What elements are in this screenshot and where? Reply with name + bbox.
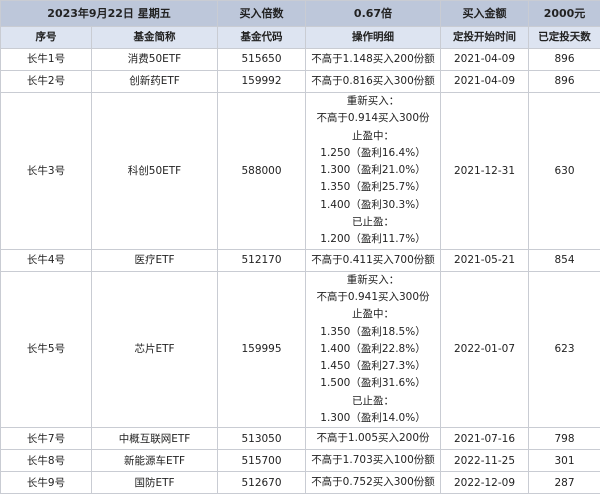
fund-name: 消费50ETF bbox=[91, 48, 218, 71]
operation-line: 不高于0.411买入700份额 bbox=[311, 253, 435, 266]
invested-days: 630 bbox=[528, 92, 600, 250]
multiplier-value: 0.67倍 bbox=[305, 0, 441, 27]
fund-name: 中概互联网ETF bbox=[91, 427, 218, 451]
operation-details: 不高于1.703买入100份额 bbox=[305, 449, 441, 473]
fund-code: 515650 bbox=[217, 48, 306, 71]
fund-name: 新能源车ETF bbox=[91, 449, 218, 473]
operation-line: 1.400（盈利30.3%） bbox=[320, 198, 426, 211]
column-header-days: 已定投天数 bbox=[528, 26, 600, 49]
table-row: 长牛4号 医疗ETF 512170 不高于0.411买入700份额 2021-05-21… bbox=[0, 248, 600, 272]
operation-line: 已止盈： bbox=[352, 394, 394, 407]
amount-label: 买入金额 bbox=[440, 0, 529, 27]
operation-line: 1.250（盈利16.4%） bbox=[320, 146, 426, 159]
start-date: 2021-07-16 bbox=[440, 427, 529, 451]
table-row: 长牛1号 消费50ETF 515650 不高于1.148买入200份额 2021-04-… bbox=[0, 48, 600, 71]
table-body: 2023年9月22日 星期五 买入倍数 0.67倍 买入金额 2000元 序号 … bbox=[0, 0, 600, 495]
row-index: 长牛9号 bbox=[0, 471, 92, 495]
operation-details: 不高于0.752买入300份额 bbox=[305, 471, 441, 495]
operation-line: 不高于0.816买入300份额 bbox=[311, 74, 435, 87]
row-index: 长牛7号 bbox=[0, 427, 92, 451]
column-header-index: 序号 bbox=[0, 26, 92, 49]
invested-days: 896 bbox=[528, 48, 600, 71]
start-date: 2022-12-09 bbox=[440, 471, 529, 495]
invested-days: 798 bbox=[528, 427, 600, 451]
fund-name: 国防ETF bbox=[91, 471, 218, 495]
fund-name: 芯片ETF bbox=[91, 270, 218, 429]
start-date: 2022-01-07 bbox=[440, 270, 529, 429]
operation-line: 止盈中： bbox=[352, 129, 394, 142]
operation-line: 1.400（盈利22.8%） bbox=[320, 342, 426, 355]
operation-line: 不高于0.914买入300份 bbox=[316, 112, 430, 125]
operation-line: 不高于1.703买入100份额 bbox=[311, 454, 435, 467]
operation-details: 不高于0.816买入300份额 bbox=[305, 70, 441, 93]
operation-line: 不高于1.148买入200份额 bbox=[311, 52, 435, 65]
operation-line: 1.200（盈利11.7%） bbox=[320, 233, 426, 246]
operation-line: 不高于0.941买入300份 bbox=[316, 290, 430, 303]
table-row: 长牛3号 科创50ETF 588000 重新买入： 不高于0.914买入300份 止盈中：… bbox=[0, 92, 600, 250]
fund-name: 科创50ETF bbox=[91, 92, 218, 250]
operation-line: 1.450（盈利27.3%） bbox=[320, 360, 426, 373]
row-index: 长牛2号 bbox=[0, 70, 92, 93]
invested-days: 623 bbox=[528, 270, 600, 429]
invested-days: 287 bbox=[528, 471, 600, 495]
operation-line: 已止盈： bbox=[352, 216, 394, 229]
column-header-fund-name: 基金简称 bbox=[91, 26, 218, 49]
operation-line: 止盈中： bbox=[352, 308, 394, 321]
operation-line: 1.300（盈利21.0%） bbox=[320, 164, 426, 177]
operation-details: 重新买入： 不高于0.914买入300份 止盈中： 1.250（盈利16.4%） 1.3… bbox=[305, 92, 441, 250]
row-index: 长牛5号 bbox=[0, 270, 92, 429]
operation-line: 重新买入： bbox=[346, 95, 400, 107]
operation-line: 重新买入： bbox=[346, 273, 400, 286]
multiplier-label: 买入倍数 bbox=[217, 0, 306, 27]
operation-line: 1.300（盈利14.0%） bbox=[320, 412, 426, 425]
operation-details: 不高于0.411买入700份额 bbox=[305, 248, 441, 272]
table-row: 长牛9号 国防ETF 512670 不高于0.752买入300份额 2022-12-09… bbox=[0, 471, 600, 495]
report-date: 2023年9月22日 星期五 bbox=[0, 0, 218, 27]
operation-line: 1.500（盈利31.6%） bbox=[320, 377, 426, 390]
operation-details: 不高于1.005买入200份 bbox=[305, 427, 441, 451]
fund-code: 512170 bbox=[217, 248, 306, 272]
operation-line: 1.350（盈利25.7%） bbox=[320, 181, 426, 194]
operation-details: 不高于1.148买入200份额 bbox=[305, 48, 441, 71]
invested-days: 896 bbox=[528, 70, 600, 93]
start-date: 2021-04-09 bbox=[440, 48, 529, 71]
invested-days: 301 bbox=[528, 449, 600, 473]
start-date: 2021-12-31 bbox=[440, 92, 529, 250]
table-row: 长牛5号 芯片ETF 159995 重新买入： 不高于0.941买入300份 止盈中： 1.… bbox=[0, 270, 600, 429]
row-index: 长牛3号 bbox=[0, 92, 92, 250]
fund-code: 159992 bbox=[217, 70, 306, 93]
operation-line: 不高于1.005买入200份 bbox=[316, 432, 430, 445]
fund-code: 513050 bbox=[217, 427, 306, 451]
fund-code: 159995 bbox=[217, 270, 306, 429]
fund-code: 515700 bbox=[217, 449, 306, 473]
table-row: 长牛8号 新能源车ETF 515700 不高于1.703买入100份额 2022-11-… bbox=[0, 449, 600, 473]
summary-header-row: 2023年9月22日 星期五 买入倍数 0.67倍 买入金额 2000元 bbox=[0, 0, 600, 27]
table-row: 长牛2号 创新药ETF 159992 不高于0.816买入300份额 2021-04-0… bbox=[0, 70, 600, 93]
column-header-row: 序号 基金简称 基金代码 操作明细 定投开始时间 已定投天数 bbox=[0, 26, 600, 49]
row-index: 长牛1号 bbox=[0, 48, 92, 71]
row-index: 长牛8号 bbox=[0, 449, 92, 473]
operation-line: 1.350（盈利18.5%） bbox=[320, 325, 426, 338]
column-header-fund-code: 基金代码 bbox=[217, 26, 306, 49]
invested-days: 854 bbox=[528, 248, 600, 272]
table-row: 长牛7号 中概互联网ETF 513050 不高于1.005买入200份 2021-07-… bbox=[0, 427, 600, 451]
column-header-start-date: 定投开始时间 bbox=[440, 26, 529, 49]
operation-line: 不高于0.752买入300份额 bbox=[311, 476, 435, 489]
start-date: 2021-04-09 bbox=[440, 70, 529, 93]
start-date: 2022-11-25 bbox=[440, 449, 529, 473]
fund-name: 创新药ETF bbox=[91, 70, 218, 93]
amount-value: 2000元 bbox=[528, 0, 600, 27]
row-index: 长牛4号 bbox=[0, 248, 92, 272]
start-date: 2021-05-21 bbox=[440, 248, 529, 272]
operation-details: 重新买入： 不高于0.941买入300份 止盈中： 1.350（盈利18.5%） 1.4… bbox=[305, 270, 441, 429]
fund-code: 588000 bbox=[217, 92, 306, 250]
column-header-operations: 操作明细 bbox=[305, 26, 441, 49]
fund-code: 512670 bbox=[217, 471, 306, 495]
fund-name: 医疗ETF bbox=[91, 248, 218, 272]
fund-investment-table: 2023年9月22日 星期五 买入倍数 0.67倍 买入金额 2000元 序号 … bbox=[0, 0, 600, 495]
